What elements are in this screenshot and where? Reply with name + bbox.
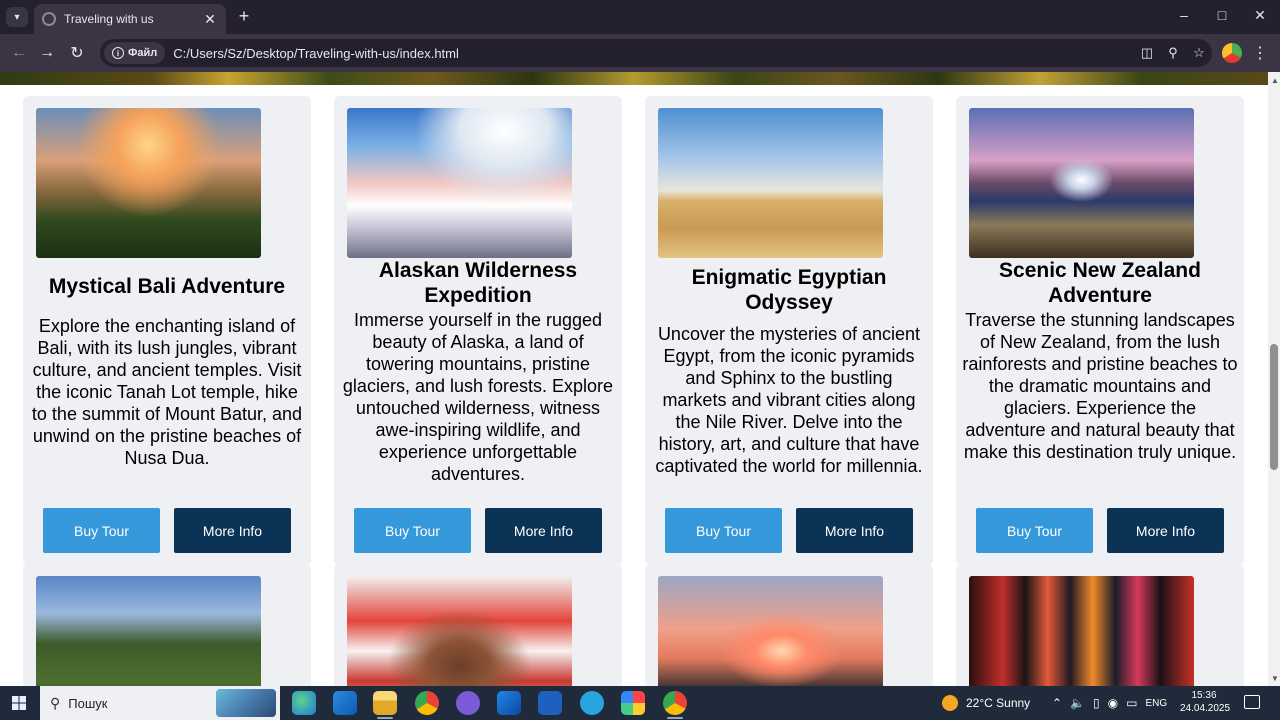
clock[interactable]: 15:36 24.04.2025 [1180, 689, 1231, 715]
page-viewport: Mystical Bali Adventure Explore the ench… [0, 72, 1268, 686]
more-info-button[interactable]: More Info [485, 508, 602, 553]
windows-taskbar: ⚲ Пошук 22°C Sunny ⌃ 🔈 ▯ ◉ ▭ ENG 15:36 2… [0, 686, 1280, 720]
battery-icon[interactable]: ▯ [1093, 696, 1100, 710]
globe-icon [42, 12, 56, 26]
word-icon[interactable] [538, 691, 562, 715]
language-indicator[interactable]: ENG [1145, 698, 1167, 709]
tour-image [347, 108, 572, 258]
tour-image [347, 576, 572, 686]
minimize-icon[interactable]: – [1174, 7, 1194, 23]
search-icon: ⚲ [50, 694, 61, 711]
hero-image-strip [0, 72, 1268, 85]
site-chip-label: Файл [128, 47, 158, 59]
clock-time: 15:36 [1191, 690, 1217, 701]
viber-icon[interactable] [456, 691, 480, 715]
browser-tab[interactable]: Traveling with us ✕ [34, 4, 226, 34]
tour-card: Alaskan Wilderness Expedition Immerse yo… [334, 96, 622, 566]
buy-tour-button[interactable]: Buy Tour [665, 508, 782, 553]
tab-title: Traveling with us [64, 12, 154, 26]
taskbar-search-label: Пошук [68, 695, 108, 711]
forward-icon[interactable]: → [36, 42, 58, 64]
tour-title: Scenic New Zealand Adventure [999, 259, 1201, 307]
buy-tour-button[interactable]: Buy Tour [976, 508, 1093, 553]
chrome-active-icon[interactable] [663, 691, 687, 715]
page-scrollbar[interactable]: ▲ ▼ [1268, 72, 1280, 686]
tour-description: Immerse yourself in the rugged beauty of… [342, 310, 614, 484]
tour-image [969, 108, 1194, 258]
tour-card [645, 564, 933, 686]
copilot-icon[interactable] [621, 691, 645, 715]
chrome-icon[interactable] [415, 691, 439, 715]
tour-image [658, 576, 883, 686]
url-text[interactable]: C:/Users/Sz/Desktop/Traveling-with-us/in… [173, 46, 1134, 61]
outlook-icon[interactable] [497, 691, 521, 715]
battery-status-icon[interactable]: ▭ [1126, 696, 1137, 710]
profile-icon[interactable] [1222, 43, 1242, 63]
star-icon[interactable]: ☆ [1186, 45, 1212, 61]
file-explorer-icon[interactable] [373, 691, 397, 715]
address-bar[interactable]: i Файл C:/Users/Sz/Desktop/Traveling-wit… [100, 39, 1212, 67]
tour-title: Enigmatic Egyptian Odyssey [691, 266, 887, 314]
taskbar-search[interactable]: ⚲ Пошук [40, 686, 280, 720]
tab-list-icon[interactable]: ▾ [6, 7, 28, 27]
chevron-up-icon[interactable]: ⌃ [1052, 696, 1062, 710]
maximize-icon[interactable]: □ [1212, 7, 1232, 23]
speaker-icon[interactable]: 🔈 [1070, 696, 1085, 710]
tour-image [36, 576, 261, 686]
info-icon: i [112, 47, 124, 59]
close-icon[interactable]: ✕ [202, 11, 218, 28]
scroll-down-icon[interactable]: ▼ [1271, 674, 1279, 683]
tour-card [956, 564, 1244, 686]
tour-title: Mystical Bali Adventure [48, 275, 286, 298]
tour-description: Uncover the mysteries of ancient Egypt, … [655, 324, 923, 476]
telegram-icon[interactable] [580, 691, 604, 715]
active-app-indicator [377, 717, 393, 719]
notification-icon[interactable] [1244, 695, 1260, 709]
more-info-button[interactable]: More Info [1107, 508, 1224, 553]
menu-icon[interactable]: ⋮ [1252, 43, 1268, 63]
zoom-icon[interactable]: ⚲ [1160, 45, 1186, 61]
sun-icon [942, 695, 958, 711]
buy-tour-button[interactable]: Buy Tour [354, 508, 471, 553]
edge-icon[interactable] [292, 691, 316, 715]
wifi-icon[interactable]: ◉ [1108, 696, 1118, 710]
tour-card [334, 564, 622, 686]
plus-icon[interactable]: + [234, 6, 254, 27]
site-info-chip[interactable]: i Файл [104, 42, 166, 64]
more-info-button[interactable]: More Info [796, 508, 913, 553]
tour-image [969, 576, 1194, 686]
translate-icon[interactable]: ◫ [1134, 45, 1160, 61]
reload-icon[interactable]: ↻ [66, 42, 88, 64]
browser-tab-bar: ▾ Traveling with us ✕ + – □ ✕ [0, 0, 1280, 34]
more-info-button[interactable]: More Info [174, 508, 291, 553]
back-icon[interactable]: ← [8, 42, 30, 64]
scrollbar-thumb[interactable] [1270, 344, 1278, 470]
store-icon[interactable] [333, 691, 357, 715]
windows-start-icon[interactable] [12, 696, 26, 710]
tour-card: Mystical Bali Adventure Explore the ench… [23, 96, 311, 566]
system-tray: ⌃ 🔈 ▯ ◉ ▭ ENG [1052, 686, 1167, 720]
tour-card: Scenic New Zealand Adventure Traverse th… [956, 96, 1244, 566]
browser-toolbar: ← → ↻ i Файл C:/Users/Sz/Desktop/Traveli… [0, 34, 1280, 72]
tour-description: Explore the enchanting island of Bali, w… [31, 316, 303, 468]
search-highlight-image [216, 689, 276, 717]
tour-description: Traverse the stunning landscapes of New … [962, 310, 1238, 462]
buy-tour-button[interactable]: Buy Tour [43, 508, 160, 553]
weather-widget[interactable]: 22°C Sunny [942, 686, 1030, 720]
weather-text: 22°C Sunny [966, 696, 1031, 710]
tour-image [36, 108, 261, 258]
tour-card: Enigmatic Egyptian Odyssey Uncover the m… [645, 96, 933, 566]
window-close-icon[interactable]: ✕ [1250, 7, 1270, 24]
tour-title: Alaskan Wilderness Expedition [378, 259, 578, 307]
tour-card [23, 564, 311, 686]
scroll-up-icon[interactable]: ▲ [1271, 76, 1279, 85]
tour-image [658, 108, 883, 258]
clock-date: 24.04.2025 [1180, 703, 1231, 714]
active-app-indicator [667, 717, 683, 719]
